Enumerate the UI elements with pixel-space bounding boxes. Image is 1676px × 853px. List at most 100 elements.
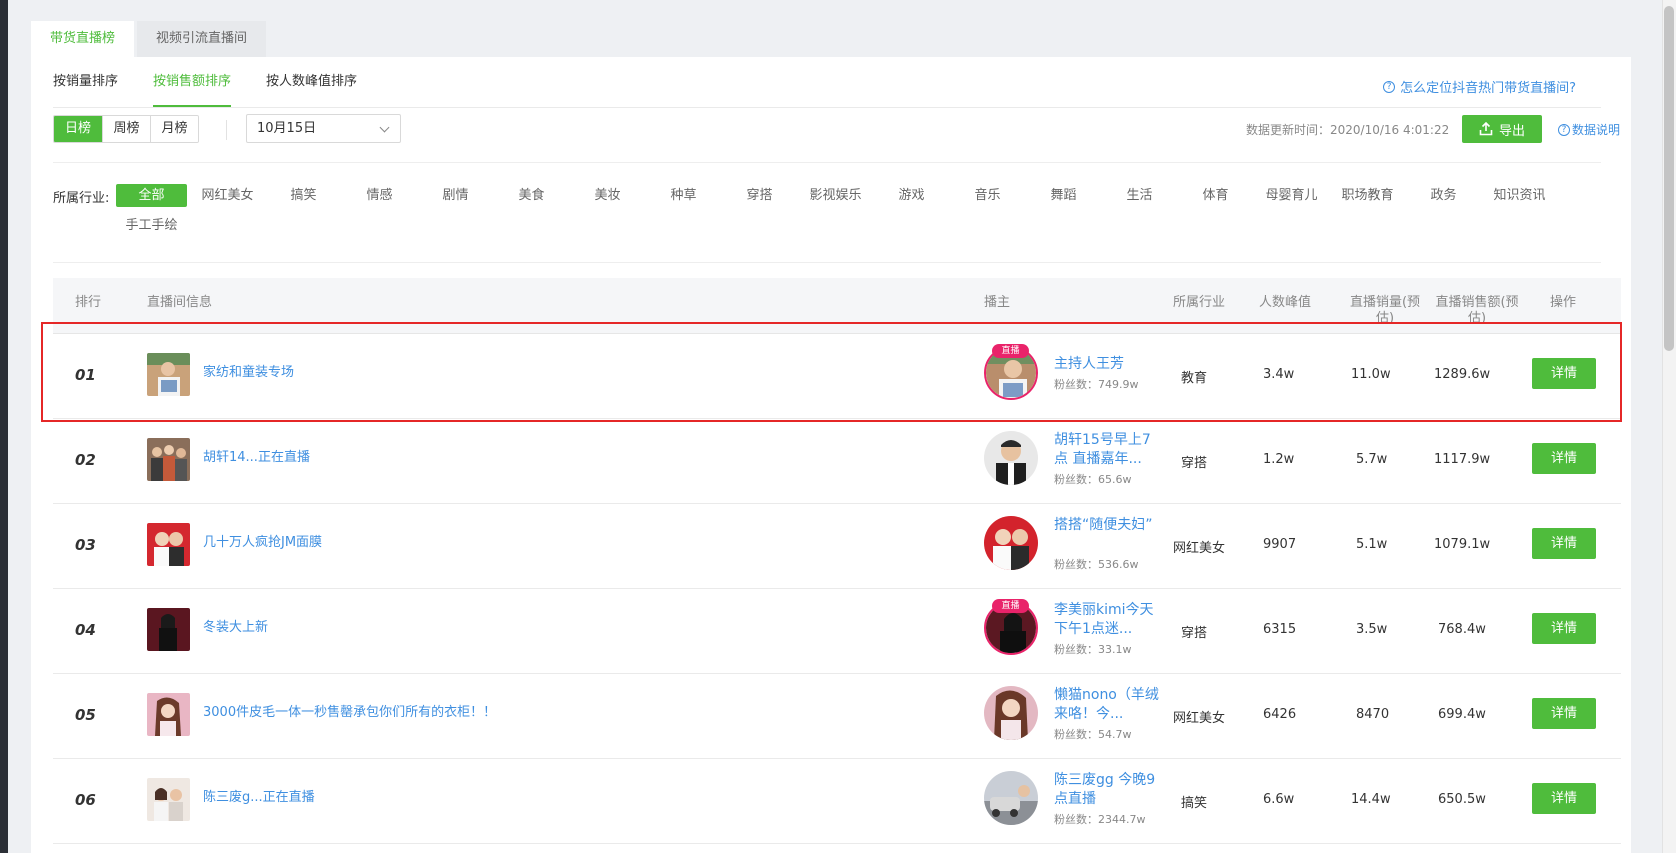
- ranking-table: 排行 直播间信息 播主 所属行业 人数峰值 直播销量(预 估) 直播销售额(预 …: [41, 278, 1622, 844]
- period-monthly-button[interactable]: 月榜: [150, 116, 198, 142]
- peak-cell: 1.2w: [1263, 452, 1295, 467]
- detail-button[interactable]: 详情: [1532, 698, 1596, 729]
- sales-cell: 699.4w: [1438, 707, 1486, 722]
- industry-cell: 穿搭: [1181, 626, 1208, 641]
- industry-chip[interactable]: 情感: [344, 184, 415, 207]
- detail-button[interactable]: 详情: [1532, 358, 1596, 389]
- divider: [226, 120, 227, 140]
- room-title-link[interactable]: 胡轩14...正在直播: [203, 446, 310, 465]
- table-row: 06 陈三废g...正在直播 陈三废gg 今晚9点直播 粉丝数：2344.7w …: [53, 759, 1621, 844]
- room-cover-image[interactable]: [147, 523, 190, 566]
- host-name-link[interactable]: 搭搭“随便夫妇”: [1054, 516, 1159, 535]
- industry-chip[interactable]: 舞蹈: [1028, 184, 1099, 207]
- industry-chip[interactable]: 搞笑: [268, 184, 339, 207]
- main-panel: 按销量排序 按销售额排序 按人数峰值排序 ? 怎么定位抖音热门带货直播间? 日榜…: [31, 57, 1631, 853]
- table-row: 05 3000件皮毛一体一秒售罄承包你们所有的衣柜！！ 懒猫nono（羊绒来咯！…: [53, 674, 1621, 759]
- room-cover-image[interactable]: [147, 353, 190, 396]
- host-avatar[interactable]: [984, 431, 1038, 485]
- tab-video-traffic-rooms[interactable]: 视频引流直播间: [137, 21, 267, 57]
- sales-cell: 768.4w: [1438, 622, 1486, 637]
- detail-button[interactable]: 详情: [1532, 528, 1596, 559]
- help-link-label: 怎么定位抖音热门带货直播间?: [1400, 81, 1576, 96]
- industry-chip[interactable]: 体育: [1180, 184, 1251, 207]
- header-volume-line1: 直播销量(预: [1349, 295, 1421, 310]
- room-cover-image[interactable]: [147, 693, 190, 736]
- export-label: 导出: [1498, 123, 1525, 139]
- room-cover-image[interactable]: [147, 438, 190, 481]
- header-action: 操作: [1550, 295, 1577, 310]
- table-row: 01 家纺和童装专场 直播 主持人王芳 粉丝数：749.9w 教育 3.4w 1…: [41, 322, 1622, 422]
- industry-chip[interactable]: 知识资讯: [1484, 184, 1555, 207]
- peak-cell: 6426: [1263, 707, 1297, 722]
- scrollbar-thumb[interactable]: [1664, 6, 1674, 351]
- host-name-link[interactable]: 李美丽kimi今天下午1点迷...: [1054, 601, 1159, 639]
- sales-cell: 1079.1w: [1434, 537, 1491, 552]
- divider: [53, 107, 1601, 108]
- industry-cell: 穿搭: [1181, 456, 1208, 471]
- industry-chip[interactable]: 美妆: [572, 184, 643, 207]
- host-avatar[interactable]: [984, 686, 1038, 740]
- industry-filter: 全部 网红美女 搞笑 情感 剧情 美食 美妆 种草 穿搭 影视娱乐 游戏 音乐 …: [116, 184, 1606, 237]
- room-title-link[interactable]: 冬装大上新: [203, 616, 268, 635]
- room-title-link[interactable]: 家纺和童装专场: [203, 361, 294, 380]
- industry-chip[interactable]: 剧情: [420, 184, 491, 207]
- room-title-link[interactable]: 3000件皮毛一体一秒售罄承包你们所有的衣柜！！: [203, 701, 496, 720]
- divider: [53, 262, 1601, 263]
- room-cover-image[interactable]: [147, 608, 190, 651]
- industry-cell: 教育: [1181, 371, 1208, 386]
- rank-number: 03: [75, 536, 96, 554]
- host-name-link[interactable]: 陈三废gg 今晚9点直播: [1054, 771, 1159, 809]
- sales-cell: 1117.9w: [1434, 452, 1491, 467]
- industry-chip[interactable]: 手工手绘: [116, 214, 187, 237]
- industry-chip[interactable]: 全部: [116, 184, 187, 207]
- industry-chip[interactable]: 影视娱乐: [800, 184, 871, 207]
- industry-chip[interactable]: 生活: [1104, 184, 1175, 207]
- host-name-link[interactable]: 胡轩15号早上7点 直播嘉年...: [1054, 431, 1159, 469]
- volume-cell: 11.0w: [1351, 367, 1391, 382]
- data-note-link[interactable]: ? 数据说明: [1558, 121, 1620, 138]
- period-weekly-button[interactable]: 周榜: [102, 116, 150, 142]
- sort-tab-peak[interactable]: 按人数峰值排序: [266, 57, 357, 107]
- sales-cell: 1289.6w: [1434, 367, 1491, 382]
- rank-number: 02: [75, 451, 96, 469]
- host-name-link[interactable]: 主持人王芳: [1054, 355, 1159, 374]
- industry-chip[interactable]: 游戏: [876, 184, 947, 207]
- room-title-link[interactable]: 几十万人疯抢JM面膜: [203, 531, 322, 550]
- room-cover-image[interactable]: [147, 778, 190, 821]
- volume-cell: 14.4w: [1351, 792, 1391, 807]
- industry-chip[interactable]: 网红美女: [192, 184, 263, 207]
- live-badge: 直播: [992, 599, 1029, 613]
- host-avatar[interactable]: [984, 771, 1038, 825]
- period-daily-button[interactable]: 日榜: [54, 116, 102, 142]
- export-button[interactable]: 导出: [1462, 115, 1542, 143]
- table-row: 04 冬装大上新 直播 李美丽kimi今天下午1点迷... 粉丝数：33.1w …: [53, 589, 1621, 674]
- tab-live-sales-ranking[interactable]: 带货直播榜: [31, 21, 135, 57]
- industry-cell: 网红美女: [1173, 541, 1226, 556]
- industry-chip[interactable]: 政务: [1408, 184, 1479, 207]
- divider: [53, 162, 1601, 163]
- detail-button[interactable]: 详情: [1532, 613, 1596, 644]
- page-scrollbar[interactable]: [1662, 0, 1676, 853]
- host-avatar[interactable]: [984, 516, 1038, 570]
- sort-tab-volume[interactable]: 按销量排序: [53, 57, 118, 107]
- industry-chip[interactable]: 职场教育: [1332, 184, 1403, 207]
- help-link[interactable]: ? 怎么定位抖音热门带货直播间?: [1383, 77, 1576, 96]
- host-name-link[interactable]: 懒猫nono（羊绒来咯！今...: [1054, 686, 1159, 724]
- date-select[interactable]: 10月15日: [246, 114, 401, 143]
- question-icon: ?: [1558, 123, 1570, 136]
- industry-chip[interactable]: 穿搭: [724, 184, 795, 207]
- detail-button[interactable]: 详情: [1532, 783, 1596, 814]
- detail-button[interactable]: 详情: [1532, 443, 1596, 474]
- room-title-link[interactable]: 陈三废g...正在直播: [203, 786, 315, 805]
- sales-cell: 650.5w: [1438, 792, 1486, 807]
- industry-chip[interactable]: 音乐: [952, 184, 1023, 207]
- period-toggle: 日榜 周榜 月榜: [53, 115, 199, 143]
- industry-chip[interactable]: 美食: [496, 184, 567, 207]
- date-select-value: 10月15日: [257, 121, 317, 136]
- industry-chip[interactable]: 种草: [648, 184, 719, 207]
- rank-number: 05: [75, 706, 96, 724]
- sort-tab-sales[interactable]: 按销售额排序: [153, 57, 232, 107]
- industry-cell: 搞笑: [1181, 796, 1208, 811]
- industry-chip[interactable]: 母婴育儿: [1256, 184, 1327, 207]
- sort-tabs: 按销量排序 按销售额排序 按人数峰值排序: [53, 57, 357, 107]
